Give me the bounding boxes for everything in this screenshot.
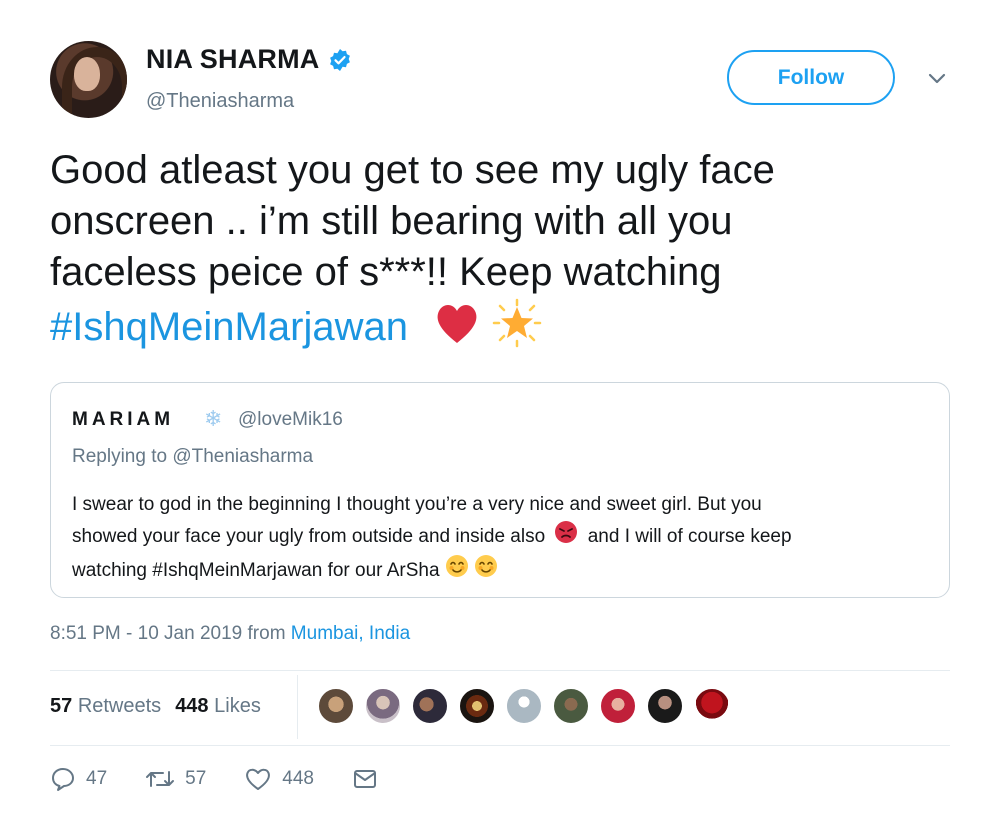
tweet-text: Good atleast you get to see my ugly face… xyxy=(50,145,950,361)
liker-avatar[interactable] xyxy=(694,688,730,724)
quoted-text-segment: watching #IshqMeinMarjawan for our ArSha xyxy=(72,560,440,582)
liker-avatar[interactable] xyxy=(318,688,354,724)
retweet-count: 57 xyxy=(185,768,207,789)
retweet-icon xyxy=(146,771,175,787)
tweet-text-line: faceless peice of s***!! Keep watching xyxy=(50,250,722,294)
retweet-button[interactable]: 57 xyxy=(145,766,206,792)
location-link[interactable]: Mumbai, India xyxy=(291,623,410,644)
quoted-text-line: I swear to god in the beginning I though… xyxy=(72,494,762,515)
timestamp-text[interactable]: 8:51 PM - 10 Jan 2019 from xyxy=(50,623,286,644)
chevron-down-icon[interactable] xyxy=(926,68,948,90)
snowflake-icon: ❄ xyxy=(204,406,223,431)
quoted-display-name[interactable]: MARIAM xyxy=(72,409,174,431)
author-name-row[interactable]: NIA SHARMA xyxy=(146,44,352,75)
smiling-face-emoji xyxy=(474,554,498,588)
quoted-text: I swear to god in the beginning I though… xyxy=(72,490,932,588)
heart-icon xyxy=(246,768,271,790)
red-heart-emoji xyxy=(419,301,481,358)
quoted-handle[interactable]: @loveMik16 xyxy=(238,409,343,431)
author-display-name[interactable]: NIA SHARMA xyxy=(146,44,320,75)
angry-face-emoji xyxy=(550,520,582,554)
follow-button[interactable]: Follow xyxy=(727,50,895,105)
smiling-face-emoji xyxy=(445,554,469,588)
likes-count: 448 xyxy=(175,695,209,717)
quoted-text-segment: and I will of course keep xyxy=(587,526,792,548)
quoted-text-line-3: watching #IshqMeinMarjawan for our ArSha xyxy=(72,554,932,588)
liker-avatar[interactable] xyxy=(600,688,636,724)
envelope-icon xyxy=(353,770,376,788)
tweet-text-last-line: #IshqMeinMarjawan xyxy=(50,298,950,361)
quoted-tweet-card[interactable]: MARIAM ❄ @loveMik16 Replying to @Thenias… xyxy=(50,382,950,598)
reply-button[interactable]: 47 xyxy=(50,766,107,792)
liker-avatars xyxy=(318,688,741,724)
reply-icon xyxy=(52,768,74,791)
retweets-count: 57 xyxy=(50,695,73,717)
divider xyxy=(50,745,950,746)
like-count: 448 xyxy=(282,768,314,789)
likes-label: Likes xyxy=(214,695,261,717)
liker-avatar[interactable] xyxy=(553,688,589,724)
reply-count: 47 xyxy=(86,768,108,789)
likes-stat[interactable]: 448 Likes xyxy=(175,695,261,717)
retweets-label: Retweets xyxy=(77,695,162,717)
glowing-star-emoji xyxy=(492,298,542,361)
hashtag-link[interactable]: #IshqMeinMarjawan xyxy=(50,305,408,349)
like-button[interactable]: 448 xyxy=(244,766,314,792)
quoted-text-segment: showed your face your ugly from outside … xyxy=(72,526,546,548)
stats-separator xyxy=(297,675,298,739)
quoted-replying-to: Replying to @Theniasharma xyxy=(72,446,314,467)
quoted-text-line-2: showed your face your ugly from outside … xyxy=(72,520,932,554)
verified-badge-icon xyxy=(328,48,352,72)
liker-avatar[interactable] xyxy=(459,688,495,724)
divider xyxy=(50,670,950,671)
tweet-action-bar: 47 57 448 xyxy=(50,766,426,792)
avatar-face xyxy=(74,57,100,91)
engagement-stats: 57 Retweets 448 Likes xyxy=(50,695,261,718)
author-handle[interactable]: @Theniasharma xyxy=(146,90,294,113)
tweet-text-line: Good atleast you get to see my ugly face xyxy=(50,148,775,192)
retweets-stat[interactable]: 57 Retweets xyxy=(50,695,161,717)
tweet-text-line: onscreen .. i’m still bearing with all y… xyxy=(50,199,733,243)
direct-message-button[interactable] xyxy=(352,766,388,792)
liker-avatar[interactable] xyxy=(506,688,542,724)
author-avatar[interactable] xyxy=(50,41,127,118)
liker-avatar[interactable] xyxy=(365,688,401,724)
liker-avatar[interactable] xyxy=(412,688,448,724)
tweet-timestamp: 8:51 PM - 10 Jan 2019 from Mumbai, India xyxy=(50,623,410,645)
liker-avatar[interactable] xyxy=(647,688,683,724)
